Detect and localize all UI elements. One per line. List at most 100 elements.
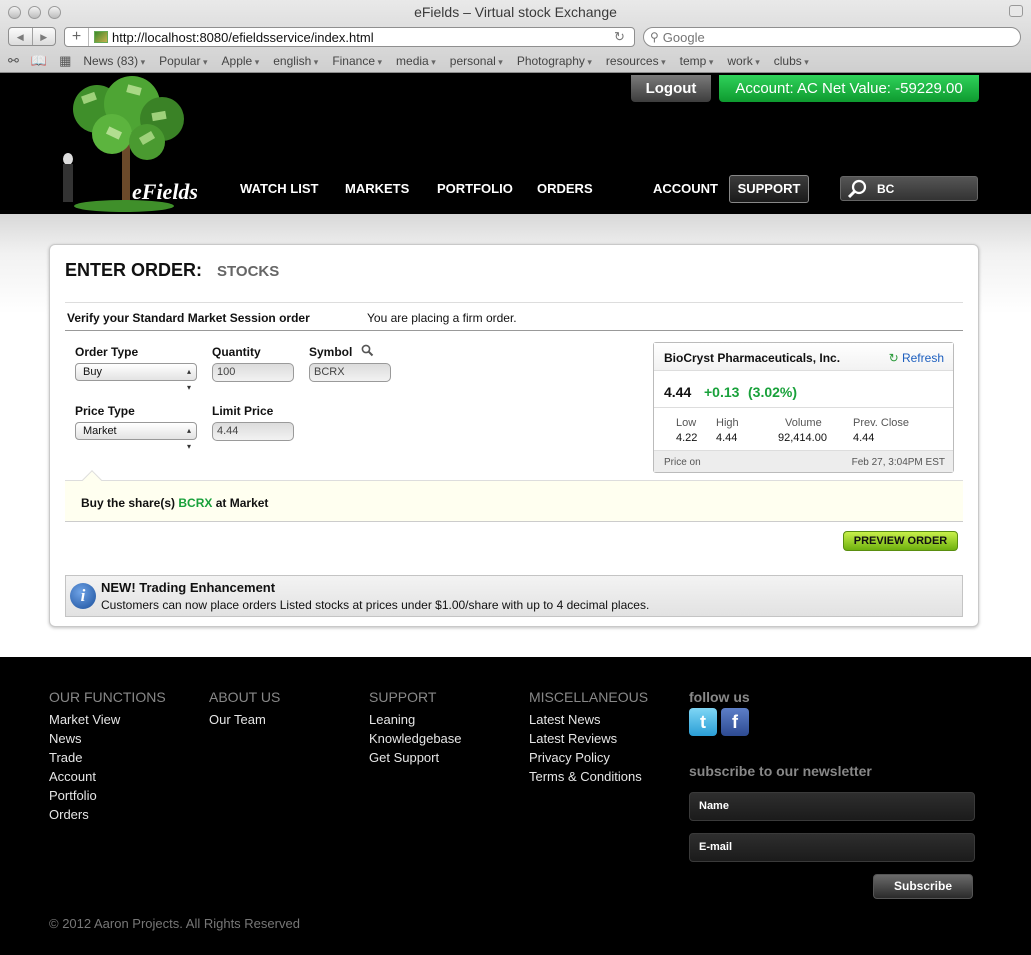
forward-button[interactable]: ▶ <box>31 28 56 45</box>
symbol-lookup-icon[interactable] <box>361 344 374 357</box>
footer-col-misc: MISCELLANEOUS Latest News Latest Reviews… <box>529 689 648 786</box>
footer-heading: ABOUT US <box>209 689 281 705</box>
nav-orders[interactable]: ORDERS <box>537 181 593 196</box>
order-type-label: Order Type <box>75 345 139 359</box>
bookmark-resources[interactable]: resources <box>606 54 666 68</box>
browser-search[interactable]: ⚲ <box>643 27 1021 47</box>
bookmark-apple[interactable]: Apple <box>222 54 260 68</box>
price-on-label: Price on <box>664 457 701 468</box>
facebook-icon[interactable]: f <box>721 708 749 736</box>
footer-link-account[interactable]: Account <box>49 767 166 786</box>
browser-search-input[interactable] <box>662 29 993 45</box>
bookmark-photography[interactable]: Photography <box>517 54 592 68</box>
page-subtitle: STOCKS <box>217 263 280 280</box>
footer-link-news[interactable]: News <box>49 729 166 748</box>
logout-button[interactable]: Logout <box>631 75 711 102</box>
url-text[interactable]: http://localhost:8080/efieldsservice/ind… <box>112 30 614 45</box>
bookmark-english[interactable]: english <box>273 54 318 68</box>
order-type-select[interactable]: Buy ▴ ▾ <box>75 363 197 392</box>
nav-portfolio[interactable]: PORTFOLIO <box>437 181 513 196</box>
footer-link-portfolio[interactable]: Portfolio <box>49 786 166 805</box>
page-title: ENTER ORDER: <box>65 260 203 280</box>
quote-footer: Price on Feb 27, 3:04PM EST <box>654 450 953 472</box>
newsletter-name-field[interactable]: Name <box>689 792 975 821</box>
site-search-input[interactable] <box>877 181 967 196</box>
new-tab-icon[interactable]: + <box>65 28 89 46</box>
nav-support-button[interactable]: SUPPORT <box>729 175 809 203</box>
price-type-select[interactable]: Market ▴ ▾ <box>75 422 197 451</box>
footer-link-privacy-policy[interactable]: Privacy Policy <box>529 748 648 767</box>
site-search[interactable] <box>840 176 978 201</box>
address-bar[interactable]: + http://localhost:8080/efieldsservice/i… <box>64 27 635 47</box>
refresh-label: Refresh <box>901 351 944 365</box>
order-type-value: Buy <box>83 366 102 378</box>
efields-logo[interactable]: eFields <box>52 74 197 214</box>
bookmarks-bar: ⚯ 📖 ▦ News (83) Popular Apple english Fi… <box>8 52 823 69</box>
subscribe-button[interactable]: Subscribe <box>873 874 973 899</box>
bookmark-work[interactable]: work <box>727 54 759 68</box>
footer-link-latest-news[interactable]: Latest News <box>529 710 648 729</box>
footer-col-about: ABOUT US Our Team <box>209 689 280 729</box>
preview-order-button[interactable]: PREVIEW ORDER <box>843 531 958 551</box>
verify-note: You are placing a firm order. <box>367 311 517 325</box>
summary-symbol: BCRX <box>178 496 213 510</box>
reading-list-icon[interactable]: ⚯ <box>8 53 19 69</box>
site-header: eFields Logout Account: AC Net Value: -5… <box>0 74 1031 214</box>
quantity-field[interactable]: 100 <box>212 363 294 382</box>
footer-link-trade[interactable]: Trade <box>49 748 166 767</box>
footer-link-terms[interactable]: Terms & Conditions <box>529 767 648 786</box>
verify-label: Verify your Standard Market Session orde… <box>67 311 310 325</box>
company-name: BioCryst Pharmaceuticals, Inc. <box>664 351 841 365</box>
footer-link-our-team[interactable]: Our Team <box>209 710 280 729</box>
summary-prefix: Buy the share(s) <box>81 496 176 510</box>
price-type-label: Price Type <box>75 404 135 418</box>
footer-link-market-view[interactable]: Market View <box>49 710 166 729</box>
bookmark-media[interactable]: media <box>396 54 436 68</box>
bookmark-personal[interactable]: personal <box>450 54 503 68</box>
refresh-icon: ↻ <box>888 351 899 365</box>
bookmark-temp[interactable]: temp <box>680 54 714 68</box>
stat-high: High 4.44 <box>716 417 739 444</box>
stat-high-label: High <box>716 417 739 429</box>
info-icon: i <box>70 583 96 609</box>
quantity-label: Quantity <box>212 345 261 359</box>
bookmarks-book-icon[interactable]: 📖 <box>31 53 47 69</box>
footer-link-get-support[interactable]: Get Support <box>369 748 462 767</box>
stat-low: Low 4.22 <box>676 417 697 444</box>
bookmark-popular[interactable]: Popular <box>159 54 207 68</box>
footer-heading: MISCELLANEOUS <box>529 689 649 705</box>
back-button[interactable]: ◀ <box>9 28 32 45</box>
stat-prev-close-value: 4.44 <box>853 432 875 444</box>
top-sites-icon[interactable]: ▦ <box>59 53 71 69</box>
stat-volume-value: 92,414.00 <box>778 432 827 444</box>
nav-markets[interactable]: MARKETS <box>345 181 409 196</box>
symbol-field[interactable]: BCRX <box>309 363 391 382</box>
newsletter-email-field[interactable]: E-mail <box>689 833 975 862</box>
reload-icon[interactable]: ↻ <box>614 29 634 45</box>
select-arrows-icon: ▴ ▾ <box>186 367 191 392</box>
footer-link-orders[interactable]: Orders <box>49 805 166 824</box>
bookmark-news[interactable]: News (83) <box>83 54 145 68</box>
refresh-link[interactable]: ↻ Refresh <box>889 351 944 365</box>
bookmark-clubs[interactable]: clubs <box>774 54 809 68</box>
nav-watch-list[interactable]: WATCH LIST <box>240 181 318 196</box>
limit-price-field[interactable]: 4.44 <box>212 422 294 441</box>
nav-account[interactable]: ACCOUNT <box>653 181 718 196</box>
account-net-value-badge[interactable]: Account: AC Net Value: -59229.00 <box>719 75 979 102</box>
quote-stats: Low 4.22 High 4.44 Volume 92,414.00 Prev… <box>654 407 953 451</box>
footer-link-leaning[interactable]: Leaning <box>369 710 462 729</box>
follow-us-heading: follow us <box>689 689 750 705</box>
stat-prev-close: Prev. Close 4.44 <box>853 417 909 444</box>
footer-link-latest-reviews[interactable]: Latest Reviews <box>529 729 648 748</box>
footer-link-knowledgebase[interactable]: Knowledgebase <box>369 729 462 748</box>
favicon-icon <box>94 31 108 43</box>
order-summary-text: Buy the share(s) BCRX at Market <box>81 496 268 510</box>
site-footer: OUR FUNCTIONS Market View News Trade Acc… <box>0 657 1031 955</box>
history-nav: ◀ ▶ <box>8 27 56 46</box>
summary-suffix: at Market <box>215 496 269 510</box>
fullscreen-icon[interactable] <box>1009 5 1023 17</box>
twitter-icon[interactable]: t <box>689 708 717 736</box>
symbol-label: Symbol <box>309 345 353 359</box>
bookmark-finance[interactable]: Finance <box>332 54 382 68</box>
browser-chrome: eFields – Virtual stock Exchange ◀ ▶ + h… <box>0 0 1031 73</box>
